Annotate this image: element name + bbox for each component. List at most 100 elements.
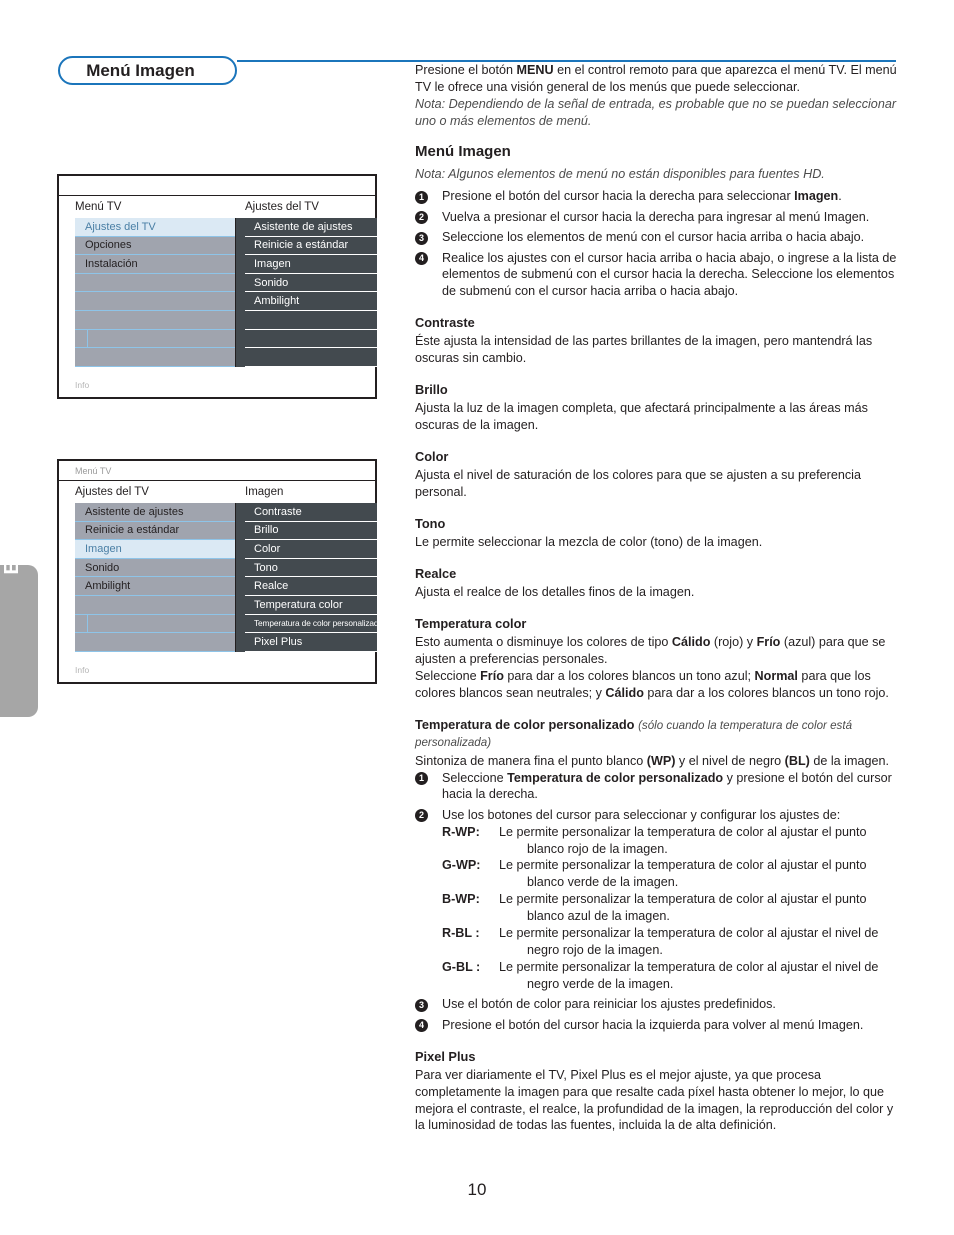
definition-key: G-WP:: [442, 858, 481, 873]
tv-submenu-item[interactable]: Sonido: [245, 273, 377, 293]
definition-row: B-WP: Le permite personalizar la temperat…: [442, 891, 898, 925]
heading-contraste: Contraste: [415, 315, 475, 331]
language-tab: Español: [0, 495, 38, 717]
intro-note: Nota: Dependiendo de la señal de entrada…: [415, 96, 897, 128]
tv-info-label-1: Info: [75, 380, 90, 390]
tv-menu-item[interactable]: Sonido: [75, 558, 235, 578]
tv-submenu-item[interactable]: Ambilight: [245, 292, 377, 311]
tv-submenu-item[interactable]: Pixel Plus: [245, 633, 377, 652]
tcp-step1-a: Seleccione: [442, 770, 508, 785]
definition-value: Le permite personalizar la temperatura d…: [499, 824, 898, 858]
tcp-intro-b: y el nivel de negro: [675, 753, 785, 768]
body-color: Ajusta el nivel de saturación de los col…: [415, 468, 861, 500]
definition-line-2: blanco azul de la imagen.: [527, 909, 670, 923]
heading-tono: Tono: [415, 515, 446, 531]
definition-row: G-WP: Le permite personalizar la temperat…: [442, 857, 898, 891]
tc-p2-a: Seleccione: [415, 668, 481, 683]
article-content: Presione el botón MENU en el control rem…: [415, 62, 898, 1134]
definition-value: Le permite personalizar la temperatura d…: [499, 959, 898, 993]
body-temperatura-color-1: Esto aumenta o disminuye los colores de …: [415, 634, 898, 668]
definition-value: Le permite personalizar la temperatura d…: [499, 925, 898, 959]
tv-menu-item[interactable]: Imagen: [75, 540, 235, 559]
tv-menu-item[interactable]: Ambilight: [75, 577, 235, 596]
tv-submenu-item[interactable]: Reinicie a estándar: [245, 236, 377, 256]
tc-calido-bold-2: Cálido: [605, 685, 644, 700]
tv-submenu-item-empty[interactable]: [245, 310, 377, 330]
tv-submenu-item[interactable]: Imagen: [245, 255, 377, 274]
tc-p2-c: para dar a los colores blancos un tono a…: [503, 668, 755, 683]
tv-left-column-header-2: Ajustes del TV: [75, 486, 149, 498]
tv-submenu-item-empty[interactable]: [245, 348, 377, 367]
body-temperatura-color-2: Seleccione Frío para dar a los colores b…: [415, 668, 898, 702]
tv-menu-item[interactable]: Asistente de ajustes: [75, 503, 235, 522]
tv-menu-item-empty[interactable]: [75, 310, 235, 330]
bl-bold: (BL): [784, 753, 810, 768]
tv-menu-item-empty[interactable]: [75, 614, 235, 634]
tv-menu-item[interactable]: Ajustes del TV: [75, 218, 235, 237]
heading-brillo: Brillo: [415, 382, 448, 398]
definition-row: R-BL : Le permite personalizar la tempera…: [442, 925, 898, 959]
body-contraste: Éste ajusta la intensidad de las partes …: [415, 334, 873, 366]
tc-frio-bold-2: Frío: [480, 668, 504, 683]
definition-key: R-BL :: [442, 925, 480, 940]
body-realce: Ajusta el realce de los detalles finos d…: [415, 585, 695, 600]
definition-line-1: Le permite personalizar la temperatura d…: [499, 824, 867, 839]
definition-row: R-WP: Le permite personalizar la temperat…: [442, 824, 898, 858]
tc-p1-a: Esto aumenta o disminuye los colores de …: [415, 635, 672, 650]
tv-menu-item[interactable]: Instalación: [75, 255, 235, 274]
tv-menu-body-2: Ajustes del TV Imagen Asistente de ajust…: [59, 481, 377, 682]
heading-realce: Realce: [415, 565, 457, 581]
tv-submenu-item[interactable]: Temperatura de color personalizado: [245, 614, 377, 634]
body-brillo: Ajusta la luz de la imagen completa, que…: [415, 401, 868, 433]
tcp-intro-c: de la imagen.: [809, 753, 889, 768]
language-tab-label: Español: [0, 495, 23, 575]
tv-submenu-item[interactable]: Temperatura color: [245, 595, 377, 615]
definition-key: G-BL :: [442, 959, 481, 974]
tv-submenu-item-empty[interactable]: [245, 329, 377, 349]
tv-menu-item-empty[interactable]: [75, 348, 235, 367]
tc-calido-bold: Cálido: [671, 635, 711, 650]
tv-submenu-item[interactable]: Realce: [245, 577, 377, 596]
section-note: Nota: Algunos elementos de menú no están…: [415, 166, 825, 181]
heading-color: Color: [415, 449, 449, 464]
tc-frio-bold: Frío: [756, 635, 781, 650]
intro-part-1: Presione el botón: [415, 63, 517, 77]
tv-menu-item-empty[interactable]: [75, 273, 235, 293]
main-step-item: Vuelva a presionar el cursor hacia la de…: [415, 209, 898, 226]
tv-menu-item-empty[interactable]: [75, 329, 235, 349]
definition-line-1: Le permite personalizar la temperatura d…: [499, 925, 879, 940]
tv-right-column-header-2: Imagen: [245, 486, 284, 498]
step-text: Seleccione los elementos de menú con el …: [442, 230, 865, 245]
tc-normal-bold: Normal: [754, 668, 798, 683]
tcp-step2-intro: Use los botones del cursor para seleccio…: [442, 807, 841, 822]
intro-paragraph: Presione el botón MENU en el control rem…: [415, 62, 898, 96]
tv-menu-item[interactable]: Opciones: [75, 236, 235, 256]
step-bold: Imagen: [794, 189, 839, 204]
tv-right-column-header-1: Ajustes del TV: [245, 201, 319, 213]
tc-p2-g: para dar a los colores blancos un tono r…: [643, 685, 889, 700]
tv-right-menu-list-2: Contraste Brillo Color Tono Realce Temperatur…: [245, 503, 377, 652]
step-text-tail: .: [838, 189, 842, 204]
definition-line-1: Le permite personalizar la temperatura d…: [499, 959, 879, 974]
tv-submenu-item[interactable]: Brillo: [245, 521, 377, 541]
definition-line-1: Le permite personalizar la temperatura d…: [499, 892, 867, 907]
main-step-item: Realice los ajustes con el cursor hacia …: [415, 250, 898, 301]
tv-submenu-item[interactable]: Color: [245, 540, 377, 559]
tv-menu-item-empty[interactable]: [75, 595, 235, 615]
tv-menu-screenshot-1: Menú TV Ajustes del TV Ajustes del TV Opc…: [57, 174, 377, 399]
tv-submenu-item[interactable]: Asistente de ajustes: [245, 218, 377, 237]
tv-menu-item-empty[interactable]: [75, 633, 235, 652]
definition-line-2: blanco rojo de la imagen.: [527, 841, 668, 856]
tv-submenu-item[interactable]: Tono: [245, 558, 377, 578]
tv-menu-item-empty[interactable]: [75, 292, 235, 311]
tv-menu-item[interactable]: Reinicie a estándar: [75, 521, 235, 541]
tv-submenu-item[interactable]: Contraste: [245, 503, 377, 522]
definition-value: Le permite personalizar la temperatura d…: [499, 857, 898, 891]
definition-row: G-BL : Le permite personalizar la tempera…: [442, 959, 898, 993]
definition-key: B-WP:: [442, 892, 480, 907]
definition-key: R-WP:: [442, 824, 480, 839]
tcp-step-4: Presione el botón del cursor hacia la iz…: [415, 1017, 898, 1034]
main-steps-list: Presione el botón del cursor hacia la de…: [415, 188, 898, 300]
heading-temperatura-personalizado: Temperatura de color personalizado (sólo…: [415, 716, 898, 751]
tv-menu-body-1: Menú TV Ajustes del TV Ajustes del TV Opc…: [59, 196, 377, 397]
